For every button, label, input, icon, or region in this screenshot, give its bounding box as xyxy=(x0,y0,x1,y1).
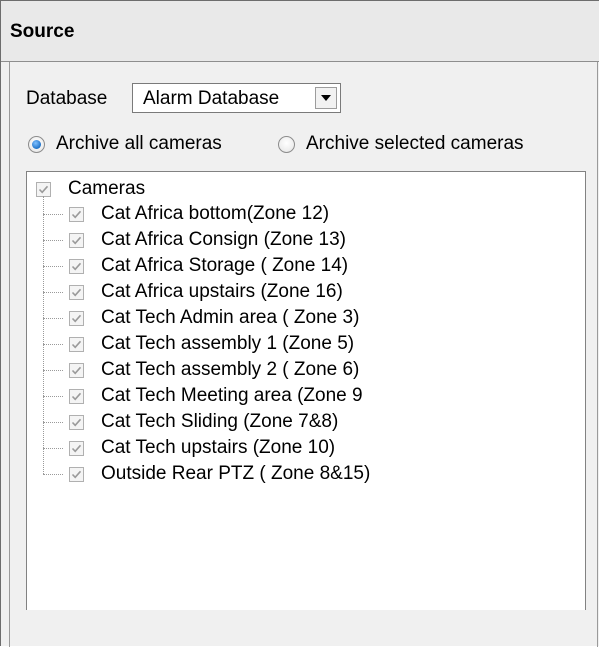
camera-label: Cat Tech Sliding (Zone 7&8) xyxy=(101,411,339,432)
check-icon xyxy=(71,366,82,374)
camera-checkbox[interactable] xyxy=(69,362,84,378)
camera-checkbox[interactable] xyxy=(69,232,84,248)
chevron-down-icon xyxy=(321,95,331,101)
tree-branch-line xyxy=(43,395,63,397)
check-icon xyxy=(71,288,82,296)
tree-item-camera[interactable]: Cat Tech Admin area ( Zone 3) xyxy=(43,305,359,331)
camera-label: Cat Tech Admin area ( Zone 3) xyxy=(101,307,360,328)
archive-selected-radio[interactable] xyxy=(278,135,295,153)
source-header: Source xyxy=(1,1,599,62)
database-select-value: Alarm Database xyxy=(143,88,280,109)
tree-item-camera[interactable]: Cat Africa bottom(Zone 12) xyxy=(43,201,329,227)
tree-item-camera[interactable]: Cat Africa upstairs (Zone 16) xyxy=(43,279,343,305)
source-panel: Source Database Alarm Database Archive a… xyxy=(0,0,599,647)
tree-branch-line xyxy=(43,239,63,241)
check-icon xyxy=(71,418,82,426)
check-icon xyxy=(71,236,82,244)
tree-item-camera[interactable]: Cat Tech Sliding (Zone 7&8) xyxy=(43,409,338,435)
camera-label: Outside Rear PTZ ( Zone 8&15) xyxy=(101,463,371,484)
archive-all-option[interactable]: Archive all cameras xyxy=(28,133,222,155)
check-icon xyxy=(71,210,82,218)
camera-checkbox[interactable] xyxy=(69,466,84,482)
camera-checkbox[interactable] xyxy=(69,414,84,430)
dropdown-button[interactable] xyxy=(315,87,337,109)
check-icon xyxy=(71,314,82,322)
camera-tree[interactable]: Cameras Cat Africa bottom(Zone 12) Cat Af… xyxy=(26,171,586,611)
tree-item-camera[interactable]: Cat Africa Consign (Zone 13) xyxy=(43,227,346,253)
camera-label: Cat Tech Meeting area (Zone 9 xyxy=(101,385,363,406)
camera-label: Cat Africa bottom(Zone 12) xyxy=(101,203,330,224)
camera-checkbox[interactable] xyxy=(69,440,84,456)
tree-item-camera[interactable]: Cat Tech Meeting area (Zone 9 xyxy=(43,383,363,409)
tree-branch-line xyxy=(43,265,63,267)
tree-branch-line xyxy=(43,213,63,215)
camera-checkbox[interactable] xyxy=(69,258,84,274)
camera-checkbox[interactable] xyxy=(69,310,84,326)
archive-all-radio[interactable] xyxy=(28,135,45,153)
check-icon xyxy=(71,392,82,400)
tree-branch-line xyxy=(43,343,63,345)
tree-branch-line xyxy=(43,369,63,371)
tree-branch-line xyxy=(43,291,63,293)
panel-title: Source xyxy=(10,21,75,42)
tree-item-camera[interactable]: Outside Rear PTZ ( Zone 8&15) xyxy=(43,461,370,487)
camera-label: Cat Africa upstairs (Zone 16) xyxy=(101,281,343,302)
camera-checkbox[interactable] xyxy=(69,284,84,300)
tree-bottom-strip xyxy=(26,610,586,631)
group-frame-right xyxy=(597,62,598,647)
check-icon xyxy=(71,262,82,270)
tree-branch-line xyxy=(43,421,63,423)
tree-branch-line xyxy=(43,473,63,475)
tree-branch-line xyxy=(43,447,63,449)
archive-all-label: Archive all cameras xyxy=(56,133,222,154)
cameras-label: Cameras xyxy=(68,178,146,199)
camera-checkbox[interactable] xyxy=(69,336,84,352)
archive-selected-label: Archive selected cameras xyxy=(306,133,524,154)
check-icon xyxy=(71,444,82,452)
camera-checkbox[interactable] xyxy=(69,388,84,404)
camera-label: Cat Africa Consign (Zone 13) xyxy=(101,229,347,250)
camera-label: Cat Tech assembly 2 ( Zone 6) xyxy=(101,359,360,380)
tree-item-camera[interactable]: Cat Tech assembly 1 (Zone 5) xyxy=(43,331,354,357)
archive-selected-option[interactable]: Archive selected cameras xyxy=(278,133,524,155)
check-icon xyxy=(71,340,82,348)
check-icon xyxy=(38,185,49,193)
group-frame-left xyxy=(9,62,10,647)
tree-branch-line xyxy=(43,317,63,319)
database-label: Database xyxy=(26,88,108,109)
tree-item-camera[interactable]: Cat Africa Storage ( Zone 14) xyxy=(43,253,348,279)
check-icon xyxy=(71,470,82,478)
tree-root-cameras[interactable]: Cameras xyxy=(36,177,145,201)
camera-checkbox[interactable] xyxy=(69,206,84,222)
tree-item-camera[interactable]: Cat Tech upstairs (Zone 10) xyxy=(43,435,335,461)
camera-label: Cat Tech assembly 1 (Zone 5) xyxy=(101,333,355,354)
camera-label: Cat Africa Storage ( Zone 14) xyxy=(101,255,349,276)
database-select[interactable]: Alarm Database xyxy=(132,83,341,113)
cameras-checkbox[interactable] xyxy=(36,181,51,197)
tree-item-camera[interactable]: Cat Tech assembly 2 ( Zone 6) xyxy=(43,357,359,383)
camera-label: Cat Tech upstairs (Zone 10) xyxy=(101,437,336,458)
